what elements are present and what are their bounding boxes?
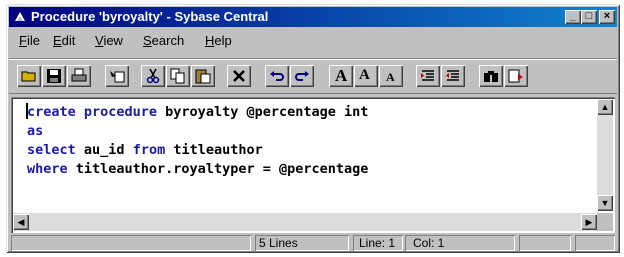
scrollbar-corner (597, 213, 613, 231)
copy-button[interactable] (166, 65, 190, 87)
execute-arrow-icon (110, 71, 125, 83)
status-panel-message (11, 235, 251, 251)
font-increase-button[interactable]: A (354, 65, 378, 87)
menu-view[interactable]: View (95, 33, 123, 48)
paste-clipboard-icon (195, 69, 211, 84)
menu-edit[interactable]: Edit (53, 33, 75, 48)
status-panel-grip (575, 235, 615, 251)
cut-button[interactable] (141, 65, 165, 87)
menu-file[interactable]: File (19, 33, 40, 48)
arrow-up-icon: ▲ (600, 102, 610, 112)
vertical-scrollbar[interactable]: ▲ ▼ (597, 99, 613, 211)
scroll-up-button[interactable]: ▲ (597, 99, 613, 115)
outdent-icon (446, 70, 459, 81)
minimize-icon: _ (569, 10, 577, 22)
maximize-button[interactable]: □ (581, 10, 597, 24)
execute-button[interactable] (105, 65, 129, 87)
minimize-button[interactable]: _ (565, 10, 581, 24)
copy-icon (170, 68, 185, 84)
save-disk-icon (47, 69, 61, 83)
delete-x-icon (233, 70, 245, 82)
arrow-right-icon: ▶ (585, 217, 593, 227)
scissors-icon (146, 68, 160, 84)
find-next-icon (508, 69, 523, 83)
status-col: Col: 1 (405, 235, 515, 251)
indent-button[interactable] (416, 65, 440, 87)
binoculars-icon (484, 71, 498, 82)
title-bar[interactable]: Procedure 'byroyalty' - Sybase Central _… (9, 7, 617, 27)
redo-arrow-icon (295, 71, 309, 81)
paste-button[interactable] (191, 65, 215, 87)
menu-bar: File Edit View Search Help (9, 30, 617, 50)
code-editor[interactable]: create procedure byroyalty @percentage i… (11, 97, 615, 233)
delete-button[interactable] (227, 65, 251, 87)
open-folder-icon (21, 71, 36, 82)
undo-arrow-icon (270, 71, 284, 81)
status-bar: 5 Lines Line: 1 Col: 1 (9, 235, 617, 251)
arrow-down-icon: ▼ (600, 198, 610, 208)
scroll-left-button[interactable]: ◀ (13, 214, 29, 230)
status-line-count: 5 Lines (255, 235, 349, 251)
printer-icon (71, 68, 87, 82)
undo-button[interactable] (265, 65, 289, 87)
open-button[interactable] (17, 65, 41, 87)
menu-help[interactable]: Help (205, 33, 232, 48)
code-line: where titleauthor.royaltyper = @percenta… (27, 161, 369, 177)
application-window: Procedure 'byroyalty' - Sybase Central _… (6, 4, 620, 253)
print-button[interactable] (67, 65, 91, 87)
arrow-left-icon: ◀ (17, 217, 25, 227)
code-line: select au_id from titleauthor (27, 142, 263, 158)
font-decrease-button[interactable]: A (379, 65, 403, 87)
status-panel-extra (519, 235, 571, 251)
font-increase-icon: A (359, 67, 370, 83)
maximize-icon: □ (585, 10, 593, 22)
code-line: as (27, 123, 44, 139)
font-a-icon: A (335, 66, 348, 85)
code-line: create procedure byroyalty @percentage i… (27, 104, 369, 120)
toolbar: A A A (9, 58, 617, 94)
find-button[interactable] (479, 65, 503, 87)
redo-button[interactable] (290, 65, 314, 87)
outdent-button[interactable] (441, 65, 465, 87)
font-button[interactable]: A (329, 65, 353, 87)
indent-icon (421, 70, 434, 81)
find-next-button[interactable] (504, 65, 528, 87)
horizontal-scrollbar[interactable]: ◀ ▶ (13, 213, 597, 231)
scroll-down-button[interactable]: ▼ (597, 195, 613, 211)
status-line: Line: 1 (353, 235, 403, 251)
close-icon: × (603, 10, 611, 22)
window-title: Procedure 'byroyalty' - Sybase Central (31, 9, 269, 24)
font-decrease-icon: A (386, 70, 395, 84)
close-button[interactable]: × (599, 10, 615, 24)
menu-search[interactable]: Search (143, 33, 184, 48)
sybase-app-icon (15, 12, 25, 21)
save-button[interactable] (42, 65, 66, 87)
scroll-right-button[interactable]: ▶ (581, 214, 597, 230)
sql-code[interactable]: create procedure byroyalty @percentage i… (27, 103, 368, 179)
